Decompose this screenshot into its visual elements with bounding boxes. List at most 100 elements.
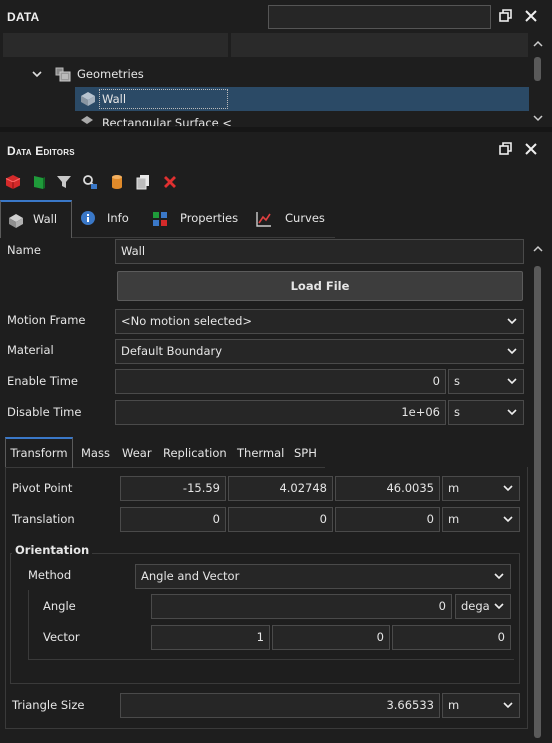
panel-divider[interactable] <box>0 127 552 132</box>
tree-item-geometries[interactable]: Geometries <box>77 67 144 81</box>
vector-x-field[interactable]: 1 <box>151 625 270 650</box>
tree-header-col2 <box>231 33 528 57</box>
delete-icon[interactable] <box>162 174 178 193</box>
pivot-unit: m <box>448 481 460 495</box>
tree-scroll-up-icon[interactable] <box>533 37 543 51</box>
load-file-label: Load File <box>290 279 350 293</box>
tab-properties-label: Properties <box>180 211 239 225</box>
pivot-y-field[interactable]: 4.02748 <box>228 476 333 501</box>
load-file-button[interactable]: Load File <box>117 271 523 301</box>
tab-wall-label: Wall <box>33 212 58 226</box>
translation-unit-dropdown[interactable]: m <box>442 507 520 532</box>
tree-item-wall[interactable]: Wall <box>99 89 228 109</box>
subtab-mass[interactable]: Mass <box>81 438 110 468</box>
pivot-x-field[interactable]: -15.59 <box>120 476 226 501</box>
editor-scrollbar[interactable] <box>531 238 545 743</box>
translation-y-field[interactable]: 0 <box>228 507 333 532</box>
motion-frame-dropdown[interactable]: <No motion selected> <box>115 309 524 334</box>
properties-grid-icon <box>152 211 168 230</box>
wall-tab-icon <box>8 213 24 232</box>
enable-time-field[interactable]: 0 <box>115 369 446 394</box>
triangle-size-field[interactable]: 3.66533 <box>120 693 440 718</box>
editors-close-icon[interactable] <box>523 142 539 158</box>
tree-scrollbar[interactable] <box>531 33 545 127</box>
search-settings-icon[interactable] <box>82 174 98 193</box>
motion-frame-value: <No motion selected> <box>121 314 253 328</box>
data-panel: Data Geometries Wall Rectangular Surface… <box>0 0 552 127</box>
tree-expand-chevron-icon[interactable] <box>31 68 43 80</box>
tree-item-partial-icon <box>80 115 94 125</box>
disable-time-unit: s <box>454 405 460 419</box>
editors-panel-title: Data Editors <box>7 144 75 158</box>
red-cube-icon[interactable] <box>5 174 21 193</box>
tree-item-rectangular-surface[interactable]: Rectangular Surface < <box>102 114 232 126</box>
disable-time-unit-dropdown[interactable]: s <box>448 400 524 425</box>
material-dropdown[interactable]: Default Boundary <box>115 339 524 364</box>
cylinder-icon[interactable] <box>109 174 125 193</box>
subtab-transform[interactable]: Transform <box>5 437 73 468</box>
chevron-down-icon <box>507 370 517 393</box>
tab-info[interactable]: Info <box>73 200 143 237</box>
angle-field[interactable]: 0 <box>151 594 452 619</box>
tree-scroll-down-icon[interactable] <box>533 111 543 125</box>
angle-label: Angle <box>43 599 76 613</box>
translation-unit: m <box>448 512 460 526</box>
editors-toolbar <box>0 170 552 194</box>
disable-time-label: Disable Time <box>7 405 82 419</box>
tab-curves[interactable]: Curves <box>248 200 334 237</box>
method-value: Angle and Vector <box>141 569 240 583</box>
curves-chart-icon <box>256 211 272 230</box>
info-icon <box>80 210 96 229</box>
tab-wall[interactable]: Wall <box>0 200 72 238</box>
method-label: Method <box>28 568 72 582</box>
editors-float-icon[interactable] <box>498 142 514 158</box>
editor-scroll-thumb[interactable] <box>534 266 541 738</box>
subtab-transform-label: Transform <box>10 446 68 460</box>
pivot-unit-dropdown[interactable]: m <box>442 476 520 501</box>
motion-frame-label: Motion Frame <box>7 313 86 327</box>
translation-label: Translation <box>12 512 75 526</box>
chevron-down-icon <box>503 694 513 717</box>
material-label: Material <box>7 343 54 357</box>
pivot-z-field[interactable]: 46.0035 <box>335 476 440 501</box>
pivot-point-label: Pivot Point <box>12 481 73 495</box>
chevron-down-icon <box>494 595 504 618</box>
chevron-down-icon <box>494 565 504 588</box>
vector-y-field[interactable]: 0 <box>272 625 390 650</box>
subtab-wear[interactable]: Wear <box>122 438 152 468</box>
subtab-thermal[interactable]: Thermal <box>237 438 284 468</box>
green-plane-icon[interactable] <box>31 174 47 193</box>
wall-geometry-icon <box>80 91 96 107</box>
orientation-title: Orientation <box>12 543 93 557</box>
tree-header-col1 <box>3 33 228 57</box>
method-dropdown[interactable]: Angle and Vector <box>135 564 511 589</box>
tab-curves-label: Curves <box>285 211 325 225</box>
close-panel-icon[interactable] <box>523 9 539 25</box>
name-field[interactable]: Wall <box>115 239 524 264</box>
tab-properties[interactable]: Properties <box>145 200 245 237</box>
translation-z-field[interactable]: 0 <box>335 507 440 532</box>
translation-x-field[interactable]: 0 <box>120 507 226 532</box>
editor-scroll-up-icon[interactable] <box>533 242 543 256</box>
name-label: Name <box>7 243 41 257</box>
geometries-folder-icon <box>55 66 71 82</box>
vector-z-field[interactable]: 0 <box>392 625 511 650</box>
tab-info-label: Info <box>107 211 129 225</box>
chevron-down-icon <box>503 508 513 531</box>
subtab-sph[interactable]: SPH <box>294 438 317 468</box>
chevron-down-icon <box>507 310 517 333</box>
editor-tabs: Wall Info Properties Curves <box>0 200 552 238</box>
sub-tabs: Transform Mass Wear Replication Thermal … <box>5 437 525 468</box>
material-value: Default Boundary <box>121 344 223 358</box>
triangle-size-unit-dropdown[interactable]: m <box>442 693 520 718</box>
filter-icon[interactable] <box>56 174 72 193</box>
angle-unit-dropdown[interactable]: dega <box>455 594 511 619</box>
float-panel-icon[interactable] <box>498 9 514 25</box>
enable-time-unit-dropdown[interactable]: s <box>448 369 524 394</box>
data-search-input[interactable] <box>268 5 491 29</box>
subtab-replication[interactable]: Replication <box>163 438 227 468</box>
tree-scroll-thumb[interactable] <box>534 57 541 81</box>
copy-icon[interactable] <box>135 174 151 193</box>
chevron-down-icon <box>507 340 517 363</box>
disable-time-field[interactable]: 1e+06 <box>115 400 446 425</box>
